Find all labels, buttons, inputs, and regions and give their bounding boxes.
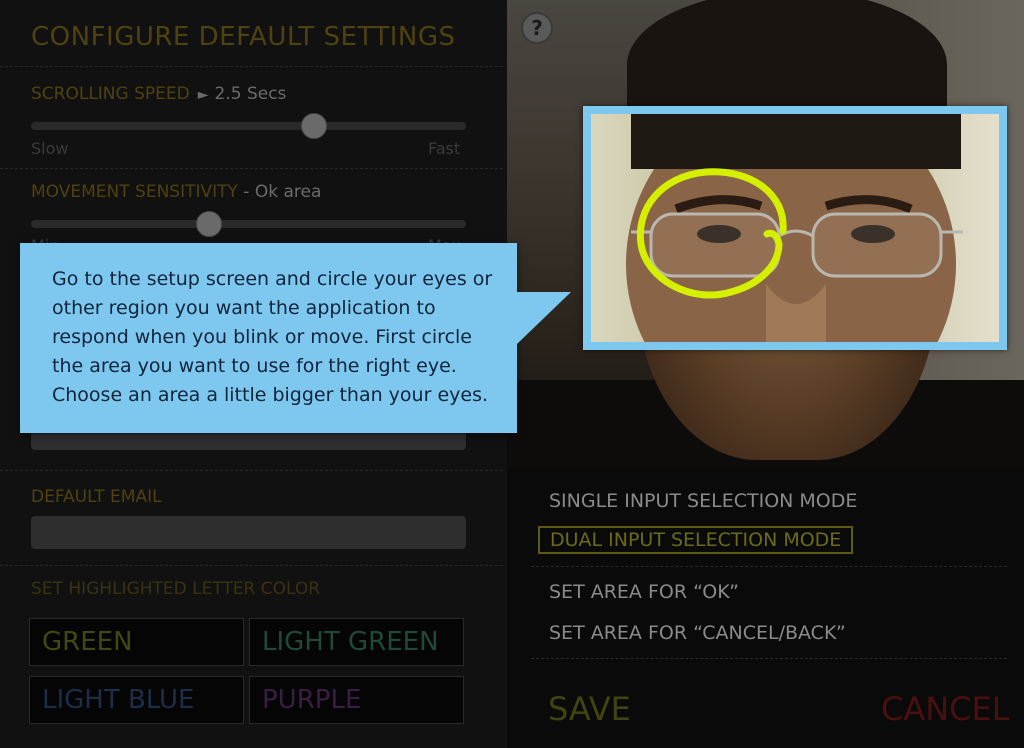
camera-feed: ? [507, 0, 1024, 468]
color-purple-label: PURPLE [262, 685, 362, 715]
single-input-mode[interactable]: SINGLE INPUT SELECTION MODE [549, 490, 857, 512]
camera-panel: ? SINGLE INPUT SELECTION MODE DUAL INPUT… [507, 0, 1024, 748]
divider [0, 66, 503, 67]
default-email-label: DEFAULT EMAIL [31, 487, 162, 507]
color-light-blue-label: LIGHT BLUE [42, 685, 195, 715]
scrolling-speed-handle[interactable] [300, 113, 327, 139]
scrolling-speed-title: SCROLLING SPEED [31, 84, 190, 104]
scrolling-speed-slider[interactable] [31, 113, 466, 139]
cancel-button[interactable]: CANCEL [881, 690, 1010, 728]
slow-label: Slow [31, 139, 69, 158]
color-green-label: GREEN [42, 627, 133, 657]
movement-sensitivity-value: Ok area [254, 182, 322, 202]
glasses-lens [811, 212, 943, 278]
help-button[interactable]: ? [521, 12, 553, 44]
movement-sensitivity-label: MOVEMENT SENSITIVITY - Ok area [31, 182, 321, 202]
callout-pointer-shape [517, 292, 571, 344]
instruction-callout: Go to the setup screen and circle your e… [20, 243, 517, 433]
callout-text: Go to the setup screen and circle your e… [52, 268, 493, 406]
movement-sensitivity-handle[interactable] [196, 211, 223, 237]
email-field[interactable] [31, 516, 466, 549]
color-purple-button[interactable]: PURPLE [249, 676, 464, 724]
eye-region-drawing [626, 114, 963, 342]
divider [0, 565, 503, 566]
divider [0, 168, 503, 169]
dual-input-mode[interactable]: DUAL INPUT SELECTION MODE [538, 526, 854, 554]
save-button[interactable]: SAVE [548, 690, 631, 728]
glasses-lens [649, 212, 781, 278]
color-light-blue-button[interactable]: LIGHT BLUE [29, 676, 244, 724]
divider [531, 658, 1007, 659]
hair-shape [631, 114, 961, 169]
movement-sensitivity-separator: - [237, 182, 255, 202]
color-light-green-label: LIGHT GREEN [262, 627, 439, 657]
movement-sensitivity-title: MOVEMENT SENSITIVITY [31, 182, 238, 202]
movement-sensitivity-slider[interactable] [31, 211, 466, 237]
color-light-green-button[interactable]: LIGHT GREEN [249, 618, 464, 666]
scrolling-speed-label: SCROLLING SPEED ► 2.5 Secs [31, 84, 286, 104]
highlight-color-label: SET HIGHLIGHTED LETTER COLOR [31, 579, 321, 599]
divider [531, 566, 1007, 567]
eye-region-preview[interactable] [591, 114, 999, 342]
divider [0, 470, 503, 471]
set-area-cancel[interactable]: SET AREA FOR “CANCEL/BACK” [549, 622, 846, 644]
set-area-ok[interactable]: SET AREA FOR “OK” [549, 581, 739, 603]
play-arrow-icon: ► [197, 87, 209, 103]
color-green-button[interactable]: GREEN [29, 618, 244, 666]
callout-pointer [517, 292, 571, 344]
eye-region-frame[interactable] [583, 106, 1007, 350]
fast-label: Fast [428, 139, 461, 158]
scrolling-speed-value: 2.5 Secs [214, 84, 287, 104]
page-title: CONFIGURE DEFAULT SETTINGS [31, 22, 456, 52]
